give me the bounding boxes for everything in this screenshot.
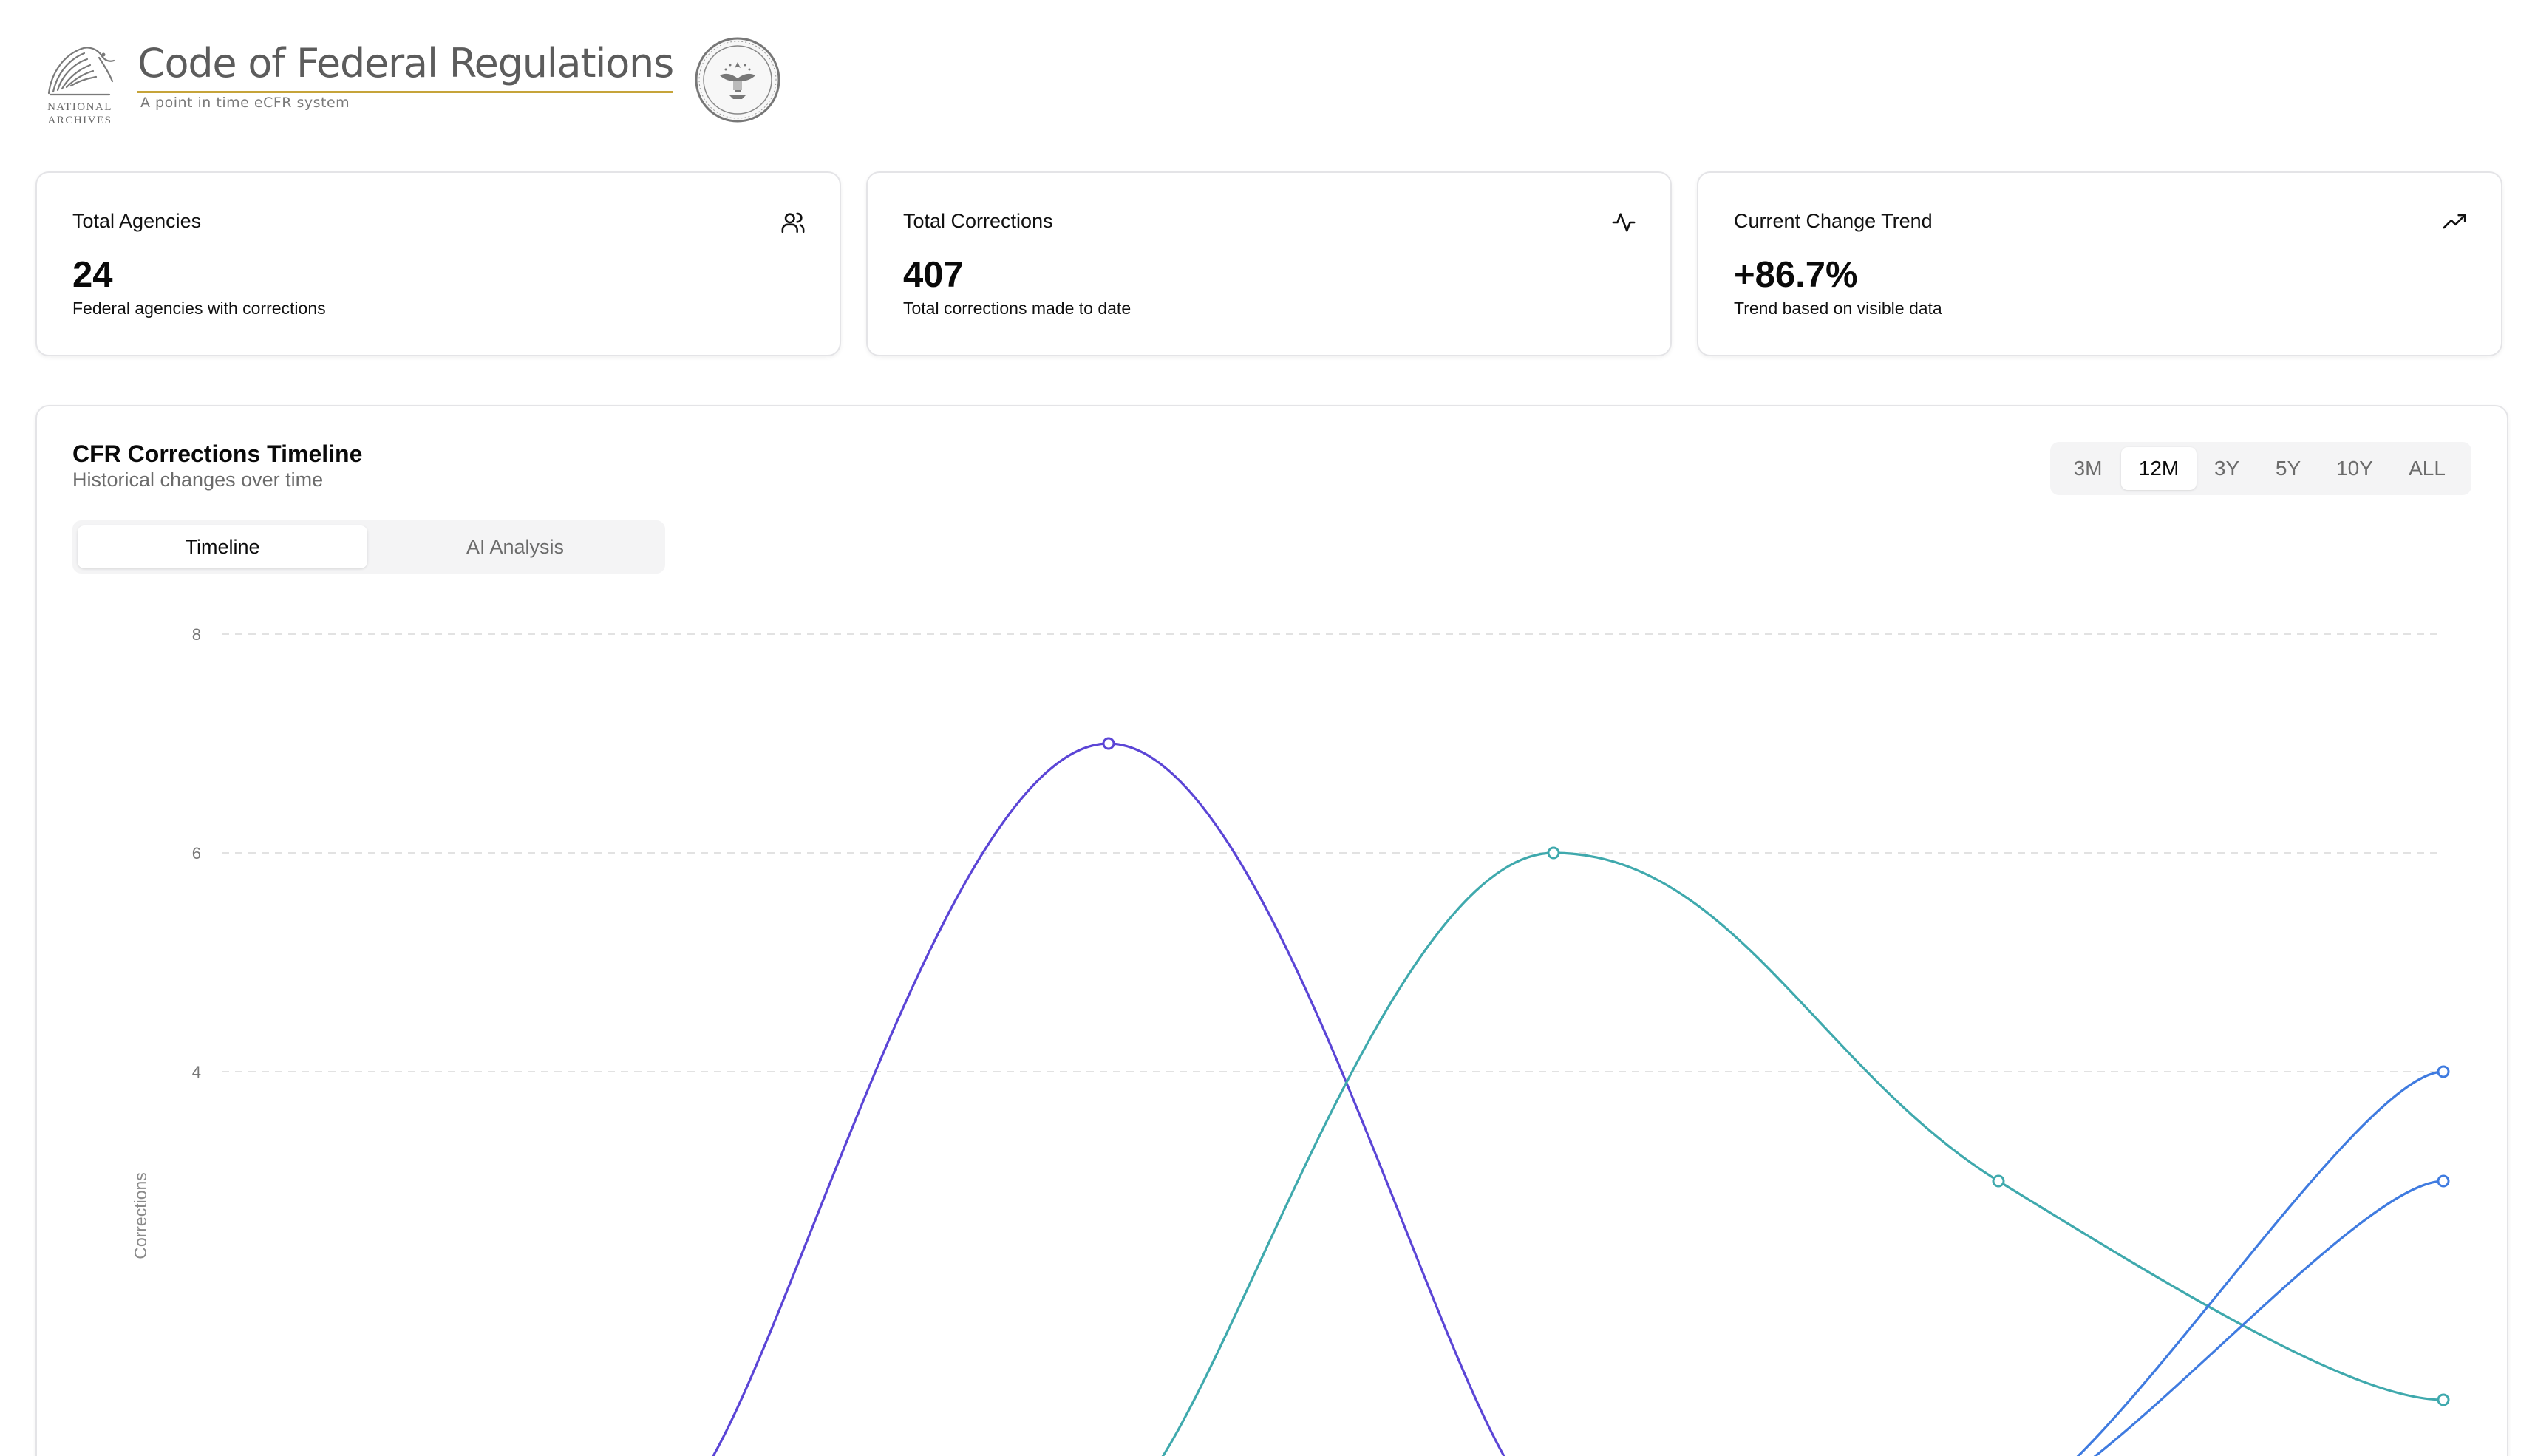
range-3y-button[interactable]: 3Y (2197, 447, 2257, 490)
stat-card-total-corrections: Total Corrections 407 Total corrections … (866, 171, 1672, 356)
stat-value: 407 (903, 255, 964, 295)
eagle-icon (47, 47, 115, 96)
data-point (2437, 1174, 2450, 1188)
stat-label: Total Corrections (903, 210, 1053, 232)
y-tick-label: 4 (192, 1063, 201, 1081)
data-point (2437, 1065, 2450, 1078)
data-point (1102, 737, 1115, 750)
time-range-selector: 3M 12M 3Y 5Y 10Y ALL (2050, 442, 2471, 495)
stat-label: Total Agencies (72, 210, 202, 232)
stat-value: +86.7% (1734, 255, 1858, 295)
data-point (1547, 846, 1560, 860)
range-all-button[interactable]: ALL (2390, 447, 2464, 490)
range-3m-button[interactable]: 3M (2055, 447, 2121, 490)
series-line (2076, 1070, 2444, 1456)
view-tabs: Timeline AI Analysis (72, 520, 665, 574)
stat-label: Current Change Trend (1734, 210, 1933, 232)
y-tick-label: 8 (192, 625, 201, 644)
stat-card-change-trend: Current Change Trend +86.7% Trend based … (1697, 171, 2502, 356)
stat-value: 24 (72, 255, 113, 295)
corrections-timeline-card: 8 6 4 Corrections CFR Corrections Timeline … (35, 405, 2508, 1456)
users-icon (780, 210, 806, 235)
range-12m-button[interactable]: 12M (2121, 447, 2197, 490)
data-point (1992, 1174, 2005, 1188)
site-header: NATIONAL ARCHIVES Code of Federal Regula… (35, 35, 848, 132)
series-line (1161, 851, 2444, 1456)
tab-ai-analysis[interactable]: AI Analysis (370, 525, 660, 568)
timeline-subtitle: Historical changes over time (72, 469, 324, 491)
archives-seal-icon (693, 35, 782, 124)
data-point (2437, 1393, 2450, 1406)
trending-up-icon (2442, 210, 2467, 235)
activity-icon (1611, 210, 1636, 235)
site-tagline: A point in time eCFR system (140, 95, 350, 111)
stat-description: Federal agencies with corrections (72, 299, 326, 318)
national-archives-logo[interactable]: NATIONAL ARCHIVES (35, 41, 123, 129)
y-axis-label: Corrections (131, 1172, 150, 1259)
page: NATIONAL ARCHIVES Code of Federal Regula… (0, 0, 2535, 1456)
range-10y-button[interactable]: 10Y (2319, 447, 2390, 490)
series-line (2093, 1180, 2444, 1456)
range-5y-button[interactable]: 5Y (2257, 447, 2319, 490)
series-line (712, 742, 1505, 1456)
tab-timeline[interactable]: Timeline (78, 525, 367, 568)
stat-description: Trend based on visible data (1734, 299, 1942, 318)
site-title[interactable]: Code of Federal Regulations (137, 40, 674, 93)
y-tick-label: 6 (192, 844, 201, 863)
stat-card-total-agencies: Total Agencies 24 Federal agencies with … (35, 171, 841, 356)
timeline-title: CFR Corrections Timeline (72, 440, 363, 467)
stat-description: Total corrections made to date (903, 299, 1132, 318)
logo-text: NATIONAL ARCHIVES (47, 101, 112, 126)
